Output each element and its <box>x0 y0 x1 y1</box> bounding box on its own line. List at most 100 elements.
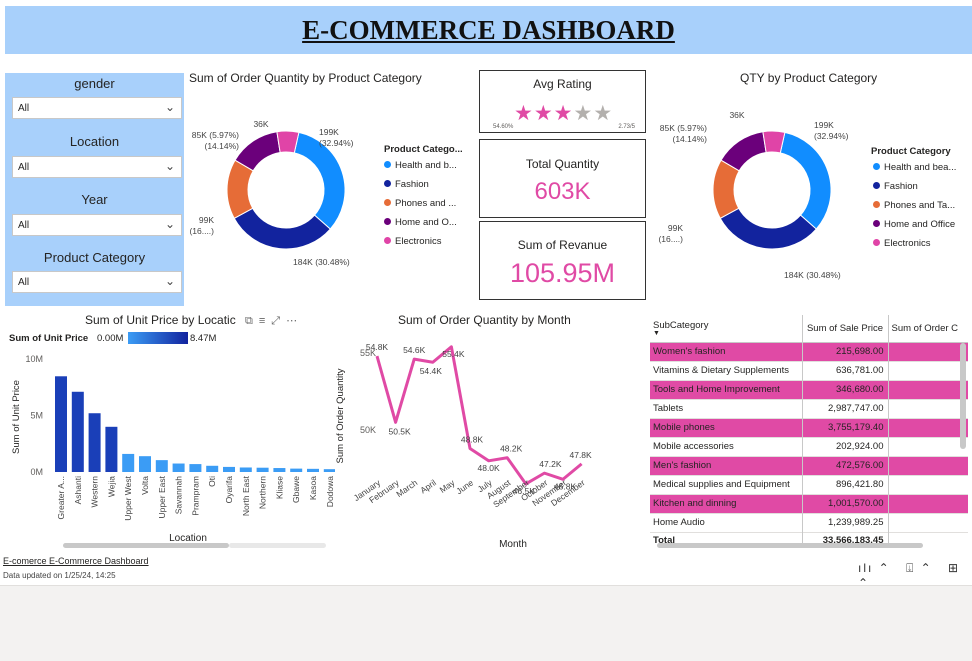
legend-item[interactable]: Electronics <box>384 236 441 247</box>
avg-rating-card[interactable]: Avg Rating ★★★★★ 54.60% 2.73/5 <box>479 70 646 133</box>
matrix-horizontal-scrollbar[interactable] <box>657 543 923 548</box>
bar[interactable] <box>105 426 118 472</box>
legend-item[interactable]: Phones and Ta... <box>873 200 955 211</box>
bar[interactable] <box>55 376 67 472</box>
table-row[interactable]: Men's fashion 472,576.00 <box>650 456 968 475</box>
data-label: 48.8K <box>461 434 484 444</box>
slicer-location[interactable]: All ⌄ <box>12 156 182 178</box>
table-row[interactable]: Vitamins & Dietary Supplements 636,781.00 <box>650 361 968 380</box>
order-count-cell <box>888 380 968 399</box>
sale-price-cell: 472,576.00 <box>802 456 889 475</box>
total-quantity-card[interactable]: Total Quantity 603K <box>479 139 646 218</box>
x-tick-label: Oti <box>207 476 217 487</box>
x-tick-label: Ashanti <box>73 476 83 504</box>
donut2-chart[interactable]: 199K (32.94%) 184K (30.48%) 99K (16....) 85K … <box>650 100 870 280</box>
data-label: 50.5K <box>388 426 411 436</box>
bar[interactable] <box>290 468 303 472</box>
donut2-legend-title: Product Category <box>871 146 951 157</box>
x-tick-label: May <box>438 477 458 495</box>
legend-item[interactable]: Fashion <box>384 179 429 190</box>
slicer-year-value: All <box>18 220 30 231</box>
chart-icon[interactable]: ılı ⌃ <box>858 561 891 575</box>
data-label: 54.6K <box>403 345 426 355</box>
legend-item[interactable]: Home and Office <box>873 219 955 230</box>
donut-data-label: 36K <box>253 119 268 129</box>
legend-item[interactable]: Phones and ... <box>384 198 456 209</box>
data-label: 55.4K <box>442 349 465 359</box>
legend-dot-icon <box>384 237 391 244</box>
legend-dot-icon <box>873 163 880 170</box>
bookmark-icon[interactable]: ⍗ ⌃ <box>906 561 933 575</box>
legend-label: Health and bea... <box>884 162 957 173</box>
table-row[interactable]: Mobile phones 3,755,179.40 <box>650 418 968 437</box>
month-line-chart[interactable]: 55K50KSum of Order QuantityMonth54.8K50.… <box>330 330 650 552</box>
bar[interactable] <box>172 463 185 472</box>
revenue-card[interactable]: Sum of Revanue 105.95M <box>479 221 646 300</box>
bar[interactable] <box>155 460 168 472</box>
subcategory-cell: Medical supplies and Equipment <box>650 475 803 494</box>
bar-chart-scrollbar[interactable] <box>63 543 229 548</box>
slicer-gender[interactable]: All ⌄ <box>12 97 182 119</box>
bar[interactable] <box>189 464 202 472</box>
donut-data-label: 85K (5.97%) (14.14%) <box>660 123 707 144</box>
bar-chart-scroll-track <box>229 543 326 548</box>
matrix-table: SubCategory ▼ Sum of Sale Price Sum of Or… <box>650 315 968 543</box>
order-count-cell <box>888 342 968 361</box>
bar[interactable] <box>206 465 219 472</box>
table-row[interactable]: Mobile accessories 202,924.00 <box>650 437 968 456</box>
table-row[interactable]: Kitchen and dinning 1,001,570.00 <box>650 494 968 513</box>
unit-price-bar-chart[interactable]: 10M5M0MSum of Unit PriceLocationGreater … <box>5 345 335 545</box>
copy-icon[interactable]: ⧉ <box>245 315 259 327</box>
visual-header-icons[interactable]: ⧉≡⤢⋯ <box>245 314 303 328</box>
footer-background <box>0 585 972 661</box>
bar[interactable] <box>139 456 151 472</box>
focus-mode-icon[interactable]: ⤢ <box>271 315 286 327</box>
x-tick-label: North East <box>241 475 251 516</box>
donut-slice[interactable] <box>779 131 832 230</box>
donut-data-label: 99K (16....) <box>189 215 214 236</box>
data-label: 48.2K <box>500 444 523 454</box>
bar[interactable] <box>256 467 269 472</box>
legend-item[interactable]: Fashion <box>873 181 918 192</box>
table-row[interactable]: Tools and Home Improvement 346,680.00 <box>650 380 968 399</box>
total-quantity-value: 603K <box>534 178 591 205</box>
legend-dot-icon <box>873 201 880 208</box>
unit-price-color-scale <box>128 332 188 344</box>
bar[interactable] <box>223 466 235 472</box>
legend-item[interactable]: Home and O... <box>384 217 457 228</box>
bar[interactable] <box>273 468 286 472</box>
matrix-header-order-count[interactable]: Sum of Order C <box>888 315 968 342</box>
filter-icon[interactable]: ≡ <box>259 315 271 327</box>
table-row[interactable]: Women's fashion 215,698.00 <box>650 342 968 361</box>
table-row[interactable]: Medical supplies and Equipment 896,421.80 <box>650 475 968 494</box>
legend-item[interactable]: Health and bea... <box>873 162 956 173</box>
subcategory-matrix[interactable]: SubCategory ▼ Sum of Sale Price Sum of Or… <box>650 315 968 543</box>
order-count-cell <box>888 494 968 513</box>
bar[interactable] <box>88 413 101 472</box>
bar[interactable] <box>239 467 252 472</box>
chevron-down-icon: ⌄ <box>164 100 175 114</box>
x-tick-label: Western <box>90 476 100 508</box>
legend-item[interactable]: Health and b... <box>384 160 457 171</box>
legend-item[interactable]: Electronics <box>873 238 930 249</box>
report-name-link[interactable]: E-comerce E-Commerce Dashboard <box>3 556 149 566</box>
legend-dot-icon <box>384 199 391 206</box>
unit-price-legend-max: 8.47M <box>190 333 217 344</box>
y-tick-label: 10M <box>25 354 43 364</box>
table-row[interactable]: Tablets 2,987,747.00 <box>650 399 968 418</box>
slicer-product-category[interactable]: All ⌄ <box>12 271 182 293</box>
matrix-vertical-scrollbar[interactable] <box>960 343 966 449</box>
slicer-year[interactable]: All ⌄ <box>12 214 182 236</box>
matrix-header-sale-price[interactable]: Sum of Sale Price <box>802 315 889 342</box>
legend-dot-icon <box>873 220 880 227</box>
bar[interactable] <box>122 453 135 472</box>
x-tick-label: Upper East <box>157 475 167 518</box>
matrix-header-subcategory[interactable]: SubCategory ▼ <box>650 315 803 342</box>
more-options-icon[interactable]: ⋯ <box>286 315 303 327</box>
table-row[interactable]: Home Audio 1,239,989.25 <box>650 513 968 532</box>
order-count-cell <box>888 361 968 380</box>
x-tick-label: Kliase <box>274 476 284 499</box>
bar[interactable] <box>71 391 84 472</box>
donut1-chart[interactable]: 199K (32.94%) 184K (30.48%) 99K (16....) 85K … <box>185 100 475 280</box>
bar[interactable] <box>307 468 319 472</box>
